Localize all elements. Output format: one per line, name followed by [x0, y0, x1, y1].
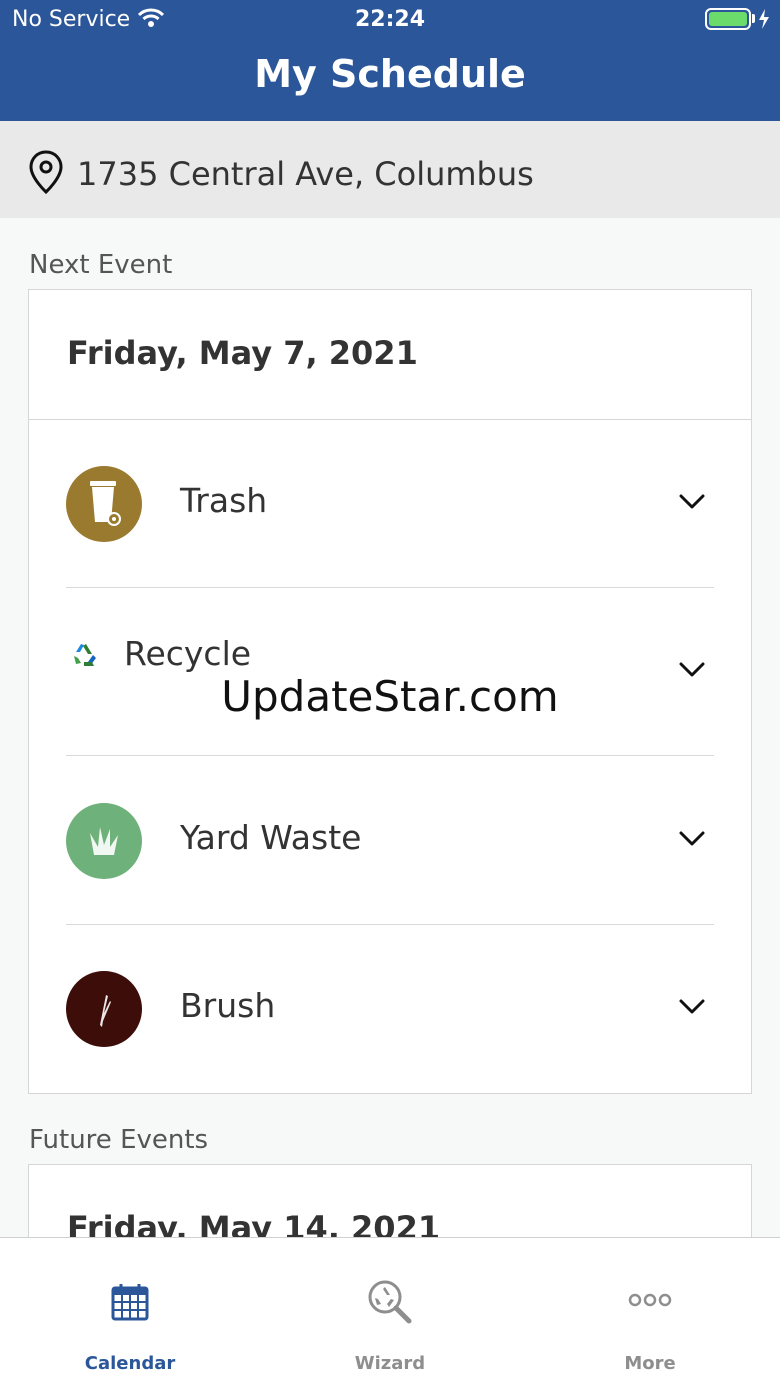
branch-icon	[66, 971, 142, 1047]
next-event-label: Next Event	[29, 250, 173, 280]
location-pin-icon	[28, 150, 64, 198]
tab-wizard[interactable]: Wizard	[260, 1238, 520, 1387]
tab-bar: Calendar Wizard More	[0, 1237, 780, 1387]
trash-bin-icon	[66, 466, 142, 542]
page-title: My Schedule	[254, 52, 526, 96]
battery-tip	[752, 14, 755, 23]
calendar-icon	[110, 1282, 150, 1326]
chevron-down-icon[interactable]	[679, 831, 705, 851]
event-item-label: Recycle	[124, 634, 252, 673]
status-time: 22:24	[354, 7, 426, 32]
event-item-label: Trash	[180, 481, 268, 520]
next-event-date: Friday, May 7, 2021	[67, 334, 418, 372]
event-item-label: Brush	[180, 986, 276, 1025]
recycle-search-icon	[366, 1278, 412, 1328]
tab-label: More	[624, 1353, 676, 1374]
tab-more[interactable]: More	[520, 1238, 780, 1387]
recycle-icon	[72, 642, 100, 672]
address-text: 1735 Central Ave, Columbus	[77, 155, 534, 193]
future-events-label: Future Events	[29, 1125, 209, 1155]
app-header: No Service 22:24 My Schedule	[0, 0, 780, 121]
event-item-trash[interactable]: Trash	[29, 420, 751, 588]
charging-icon	[758, 9, 770, 35]
more-dots-icon	[628, 1292, 672, 1312]
tab-label: Wizard	[354, 1353, 426, 1374]
tab-label: Calendar	[84, 1353, 176, 1374]
chevron-down-icon[interactable]	[679, 999, 705, 1019]
event-item-brush[interactable]: Brush	[29, 925, 751, 1093]
event-item-yard-waste[interactable]: Yard Waste	[29, 757, 751, 925]
event-item-label: Yard Waste	[180, 818, 362, 857]
row-divider	[66, 755, 714, 756]
address-bar[interactable]: 1735 Central Ave, Columbus	[0, 121, 780, 218]
watermark-text: UpdateStar.com	[221, 672, 559, 721]
chevron-down-icon[interactable]	[679, 494, 705, 514]
status-bar: No Service 22:24	[0, 0, 780, 40]
grass-icon	[66, 803, 142, 879]
tab-calendar[interactable]: Calendar	[0, 1238, 260, 1387]
battery-icon	[705, 8, 751, 30]
